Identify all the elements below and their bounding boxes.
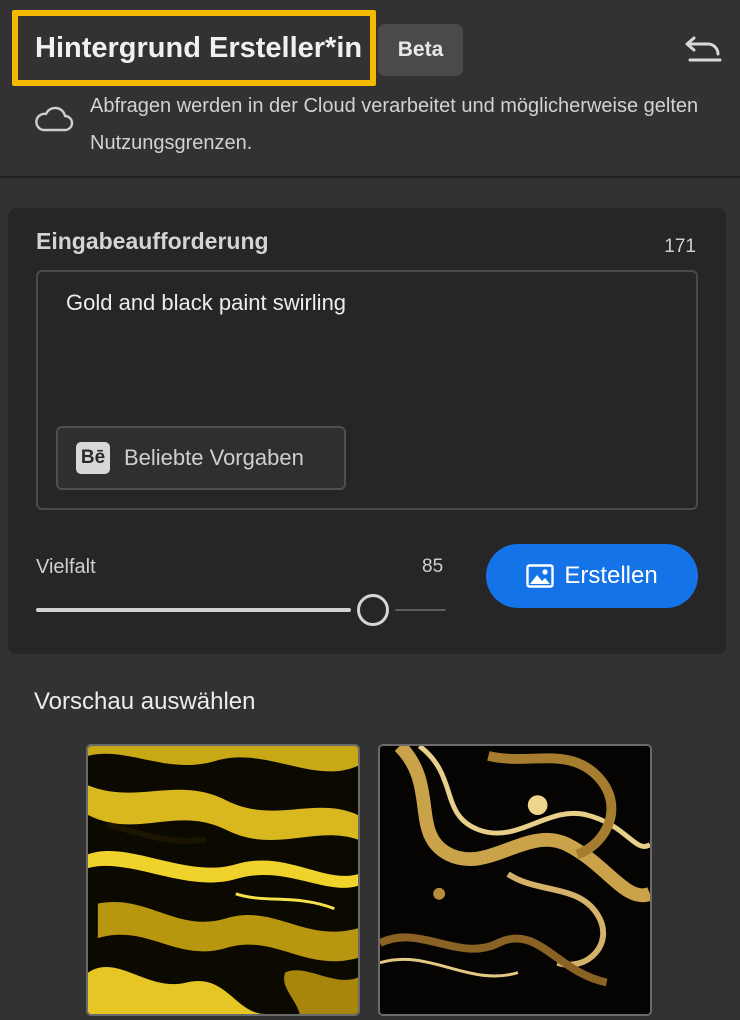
preview-thumbnail-2[interactable] <box>378 744 652 1016</box>
title-highlight: Hintergrund Ersteller*in <box>12 10 376 86</box>
background-generator-panel: Hintergrund Ersteller*in Beta Abfragen w… <box>0 0 740 1020</box>
prompt-input[interactable]: Gold and black paint swirling Bē Beliebt… <box>36 270 698 510</box>
undo-icon[interactable] <box>684 30 724 64</box>
panel-title: Hintergrund Ersteller*in <box>35 31 363 64</box>
prompt-card: Eingabeaufforderung 171 Gold and black p… <box>8 208 726 654</box>
preview-heading: Vorschau auswählen <box>34 688 256 715</box>
prompt-text[interactable]: Gold and black paint swirling <box>66 290 346 316</box>
slider-track-fill <box>36 608 351 612</box>
popular-presets-button[interactable]: Bē Beliebte Vorgaben <box>56 426 346 490</box>
slider-track[interactable] <box>395 609 446 611</box>
slider-thumb[interactable] <box>357 594 389 626</box>
variety-label: Vielfalt <box>36 556 96 578</box>
gold-marble-image <box>88 746 358 1014</box>
header-divider <box>0 176 740 178</box>
create-button-label: Erstellen <box>564 562 658 589</box>
variety-slider[interactable] <box>36 594 446 626</box>
beta-badge: Beta <box>378 24 463 76</box>
cloud-notice: Abfragen werden in der Cloud verarbeitet… <box>90 95 699 154</box>
popular-presets-label: Beliebte Vorgaben <box>124 445 304 470</box>
prompt-heading: Eingabeaufforderung <box>36 228 269 254</box>
create-button[interactable]: Erstellen <box>486 544 698 608</box>
character-counter: 171 <box>664 236 696 257</box>
gold-swirl-image <box>380 746 650 1014</box>
image-icon <box>526 564 555 588</box>
preview-thumbnail-1[interactable] <box>86 744 360 1016</box>
behance-icon: Bē <box>76 442 110 474</box>
cloud-icon <box>35 106 74 132</box>
variety-value: 85 <box>422 556 444 577</box>
